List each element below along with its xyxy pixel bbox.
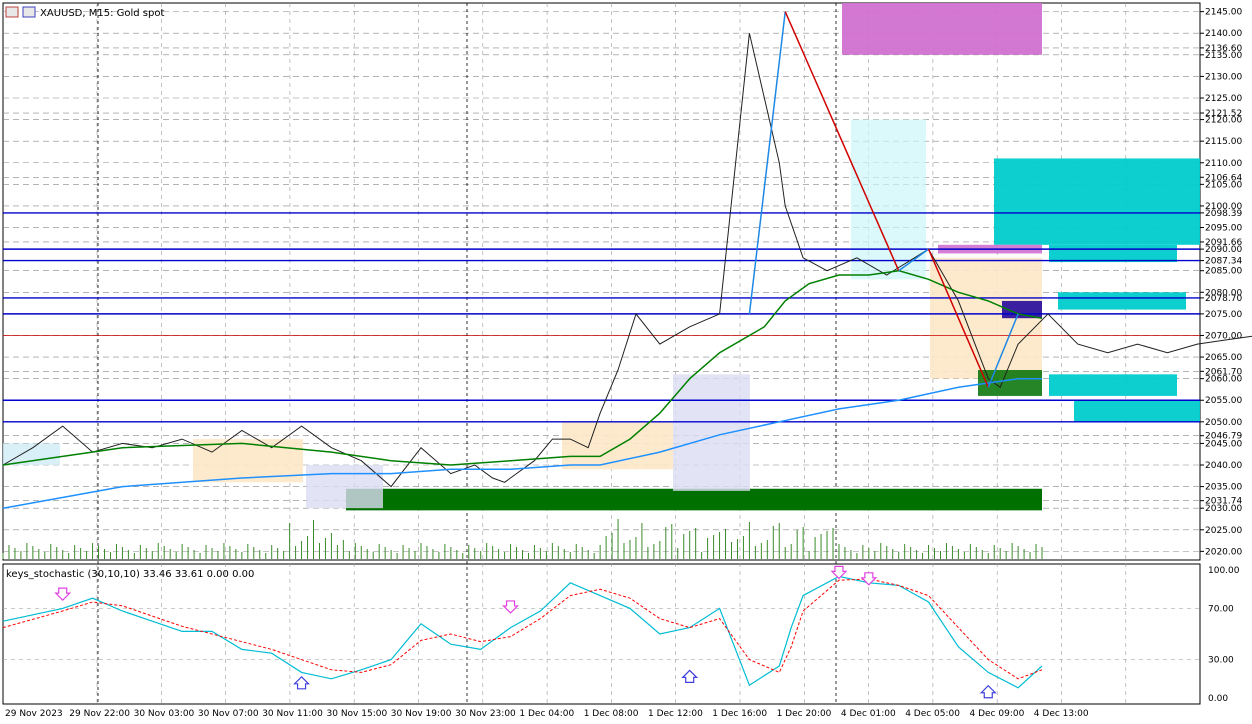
- y-tick-label: 2145.00: [1205, 8, 1242, 18]
- x-axis-labels: 29 Nov 2023 29 Nov 22:00 30 Nov 03:00 30 No…: [5, 709, 1089, 719]
- zone-lightblue-a: [3, 443, 60, 466]
- y-tick-label: 2120.00: [1205, 116, 1242, 126]
- y-tick-label: 2050.00: [1205, 418, 1242, 428]
- stoch-tick-label: 0.00: [1208, 694, 1228, 704]
- x-tick-label: 1 Dec 04:00: [519, 709, 574, 719]
- zone-cyan-c: [1049, 374, 1177, 396]
- zone-cyan-upper: [994, 158, 1200, 245]
- y-tick-label: 2070.00: [1205, 331, 1242, 341]
- y-tick-label: 2045.00: [1205, 439, 1242, 449]
- x-tick-label: 30 Nov 19:00: [391, 709, 452, 719]
- stoch-tick-label: 30.00: [1208, 656, 1234, 666]
- zone-lightcyan: [851, 119, 926, 280]
- x-tick-label: 30 Nov 15:00: [327, 709, 388, 719]
- zone-cyan-d: [1074, 400, 1200, 422]
- y-tick-label: 2065.00: [1205, 353, 1242, 363]
- y-tick-label: 2020.00: [1205, 547, 1242, 557]
- x-tick-label: 30 Nov 03:00: [134, 709, 195, 719]
- x-tick-label: 4 Dec 05:00: [905, 709, 960, 719]
- zone-lavender-a: [673, 374, 750, 491]
- y-tick-label: 2030.00: [1205, 504, 1242, 514]
- x-tick-label: 29 Nov 2023: [5, 709, 63, 719]
- stoch-tick-label: 100.00: [1208, 566, 1240, 576]
- symbol-icon[interactable]: [22, 6, 36, 18]
- x-tick-label: 29 Nov 22:00: [69, 709, 130, 719]
- x-tick-label: 1 Dec 16:00: [712, 709, 767, 719]
- y-tick-label: 2078.70: [1205, 294, 1242, 304]
- x-tick-label: 30 Nov 23:00: [455, 709, 516, 719]
- zone-magenta-top: [842, 3, 1042, 55]
- x-tick-label: 4 Dec 09:00: [970, 709, 1025, 719]
- chart-menu-icon[interactable]: [5, 6, 19, 18]
- zone-cyan-b: [1058, 292, 1186, 310]
- chart-background: [0, 0, 1252, 724]
- x-tick-label: 1 Dec 12:00: [648, 709, 703, 719]
- y-tick-label: 2098.39: [1205, 209, 1242, 219]
- x-tick-label: 30 Nov 11:00: [262, 709, 323, 719]
- y-tick-label: 2105.00: [1205, 180, 1242, 190]
- x-tick-label: 30 Nov 07:00: [198, 709, 259, 719]
- y-tick-label: 2125.00: [1205, 94, 1242, 104]
- y-tick-label: 2140.00: [1205, 29, 1242, 39]
- y-tick-label: 2055.00: [1205, 396, 1242, 406]
- x-tick-label: 4 Dec 13:00: [1034, 709, 1089, 719]
- y-tick-label: 2025.00: [1205, 526, 1242, 536]
- zone-green-base: [346, 488, 1042, 511]
- y-tick-label: 2087.34: [1205, 257, 1242, 267]
- zone-lavender-b: [306, 465, 383, 509]
- stoch-tick-label: 70.00: [1208, 604, 1234, 614]
- y-tick-label: 2085.00: [1205, 267, 1242, 277]
- y-tick-label: 2110.00: [1205, 159, 1242, 169]
- chart-svg: 2145.002140.002136.602135.002130.002125.…: [0, 0, 1252, 724]
- y-tick-label: 2075.00: [1205, 310, 1242, 320]
- y-tick-label: 2035.00: [1205, 483, 1242, 493]
- y-tick-label: 2130.00: [1205, 72, 1242, 82]
- y-tick-label: 2040.00: [1205, 461, 1242, 471]
- symbol-title: XAUUSD, M15: Gold spot: [40, 8, 164, 19]
- indicator-title: keys_stochastic (30,10,10) 33.46 33.61 0…: [6, 569, 254, 580]
- x-tick-label: 1 Dec 08:00: [584, 709, 639, 719]
- zone-cyan-a: [1049, 244, 1177, 263]
- y-tick-label: 2060.00: [1205, 375, 1242, 385]
- x-tick-label: 1 Dec 20:00: [777, 709, 832, 719]
- y-tick-label: 2135.00: [1205, 51, 1242, 61]
- y-tick-label: 2115.00: [1205, 137, 1242, 147]
- x-tick-label: 4 Dec 01:00: [841, 709, 896, 719]
- y-tick-label: 2090.00: [1205, 245, 1242, 255]
- y-tick-label: 2095.00: [1205, 224, 1242, 234]
